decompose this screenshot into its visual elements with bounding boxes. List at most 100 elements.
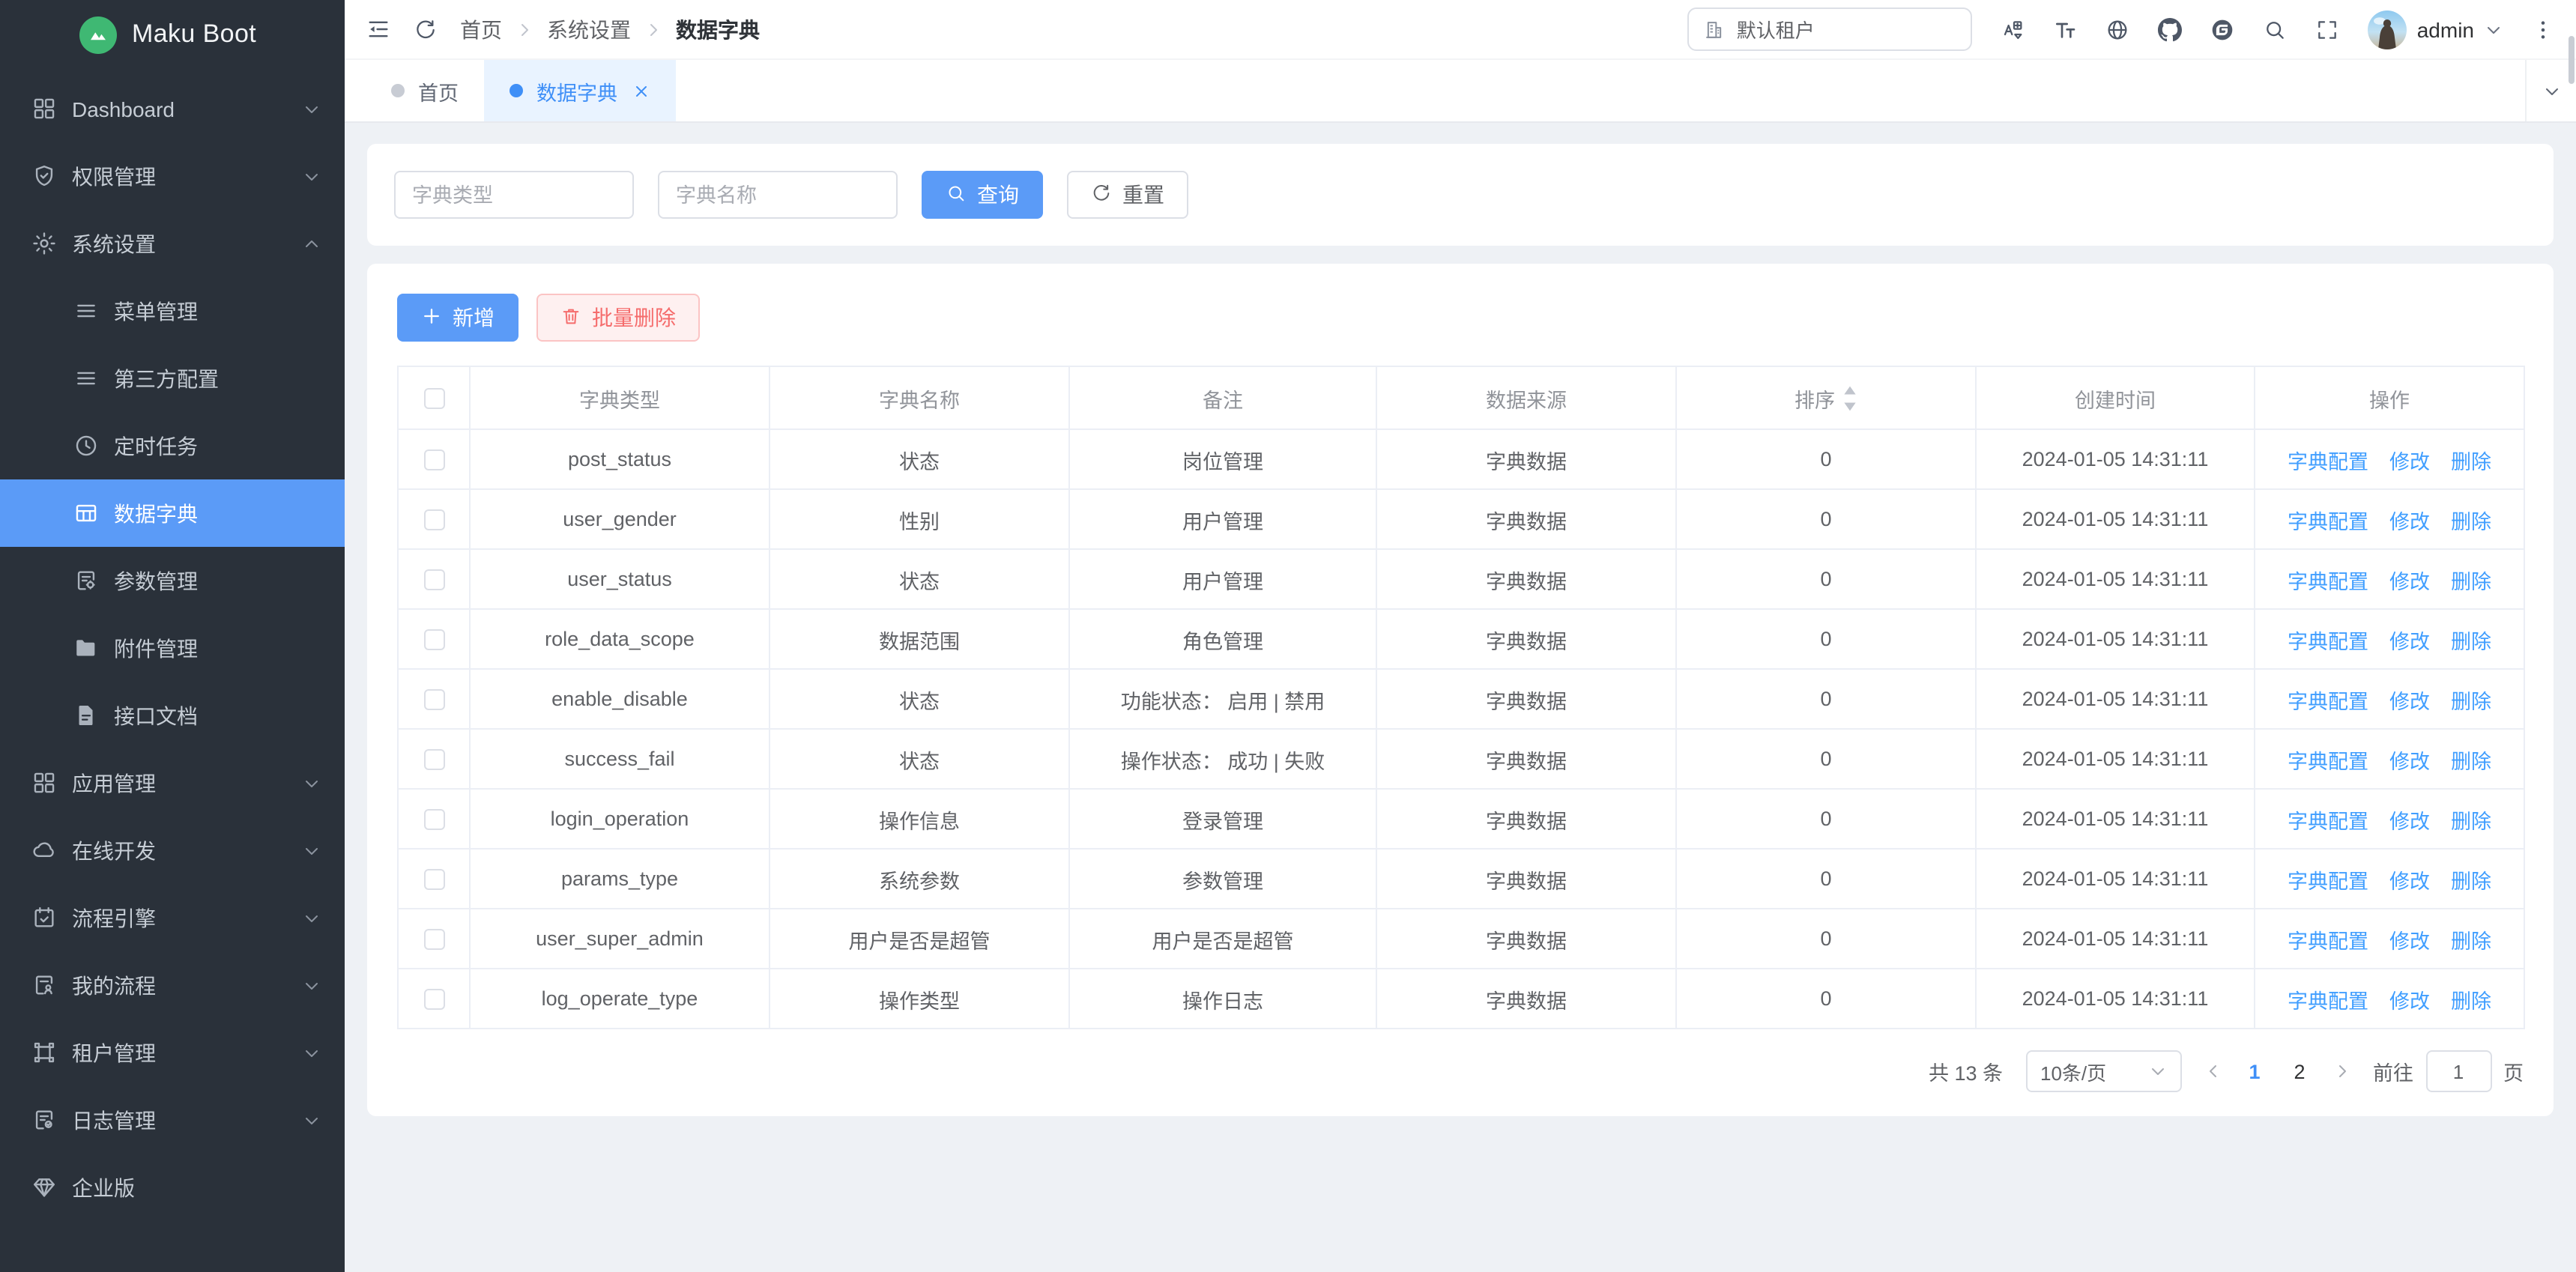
dict-config-link[interactable]: 字典配置 — [2288, 510, 2368, 533]
trash-icon — [560, 305, 581, 330]
mountain-logo-icon — [79, 16, 117, 53]
edit-link[interactable]: 修改 — [2389, 690, 2430, 712]
row-checkbox[interactable] — [423, 749, 444, 770]
edit-link[interactable]: 修改 — [2389, 510, 2430, 533]
tab-home[interactable]: 首页 — [366, 60, 484, 121]
sidebar-item[interactable]: 附件管理 — [0, 614, 345, 682]
edit-link[interactable]: 修改 — [2389, 990, 2430, 1012]
sidebar-item[interactable]: 应用管理 — [0, 749, 345, 817]
user-menu[interactable]: admin — [2368, 10, 2503, 49]
sidebar-item[interactable]: 数据字典 — [0, 479, 345, 547]
dict-config-link[interactable]: 字典配置 — [2288, 630, 2368, 652]
sidebar-item[interactable]: 第三方配置 — [0, 345, 345, 412]
query-button[interactable]: 查询 — [922, 171, 1043, 219]
delete-link[interactable]: 删除 — [2451, 990, 2491, 1012]
page-number-2[interactable]: 2 — [2291, 1060, 2309, 1082]
row-checkbox[interactable] — [423, 629, 444, 650]
dict-config-link[interactable]: 字典配置 — [2288, 990, 2368, 1012]
cell-type: post_status — [470, 429, 770, 489]
row-checkbox[interactable] — [423, 869, 444, 890]
goto-page-input[interactable] — [2425, 1050, 2491, 1092]
sidebar-item[interactable]: 参数管理 — [0, 547, 345, 614]
row-checkbox[interactable] — [423, 809, 444, 830]
sidebar-item[interactable]: 在线开发 — [0, 817, 345, 884]
sidebar-item[interactable]: 我的流程 — [0, 951, 345, 1019]
sidebar-item[interactable]: 流程引擎 — [0, 884, 345, 951]
globe-icon[interactable] — [2105, 17, 2129, 41]
fullscreen-icon[interactable] — [2315, 17, 2339, 41]
gitee-icon[interactable] — [2210, 17, 2234, 41]
dict-config-link[interactable]: 字典配置 — [2288, 870, 2368, 892]
refresh-icon[interactable] — [414, 17, 438, 41]
close-icon[interactable] — [632, 82, 650, 100]
dict-name-input[interactable] — [658, 171, 898, 219]
document-icon — [73, 703, 99, 728]
delete-link[interactable]: 删除 — [2451, 630, 2491, 652]
sidebar-fold-icon[interactable] — [366, 16, 391, 42]
batch-delete-button[interactable]: 批量删除 — [536, 294, 700, 342]
edit-link[interactable]: 修改 — [2389, 630, 2430, 652]
translate-icon[interactable] — [2001, 17, 2025, 41]
edit-link[interactable]: 修改 — [2389, 870, 2430, 892]
sidebar-item[interactable]: 系统设置 — [0, 210, 345, 277]
cell-source: 字典数据 — [1376, 729, 1676, 789]
sidebar-item[interactable]: 权限管理 — [0, 142, 345, 210]
delete-link[interactable]: 删除 — [2451, 570, 2491, 593]
column-header[interactable]: 排序 — [1676, 366, 1976, 429]
kebab-menu-icon[interactable] — [2531, 17, 2555, 41]
sort-caret-icon[interactable] — [1841, 383, 1857, 413]
row-checkbox[interactable] — [423, 509, 444, 530]
delete-link[interactable]: 删除 — [2451, 810, 2491, 832]
row-checkbox[interactable] — [423, 569, 444, 590]
dict-config-link[interactable]: 字典配置 — [2288, 570, 2368, 593]
building-icon — [1704, 19, 1725, 40]
sidebar-item[interactable]: 菜单管理 — [0, 277, 345, 345]
add-button[interactable]: 新增 — [397, 294, 518, 342]
dict-config-link[interactable]: 字典配置 — [2288, 750, 2368, 772]
sidebar-item[interactable]: 日志管理 — [0, 1086, 345, 1154]
reset-button[interactable]: 重置 — [1067, 171, 1188, 219]
page-number-1[interactable]: 1 — [2246, 1060, 2264, 1082]
row-actions: 字典配置修改删除 — [2255, 609, 2524, 669]
font-size-icon[interactable] — [2053, 17, 2077, 41]
batch-delete-button-label: 批量删除 — [592, 303, 676, 333]
breadcrumb-home[interactable]: 首页 — [460, 14, 502, 44]
dict-type-input[interactable] — [394, 171, 634, 219]
row-checkbox[interactable] — [423, 689, 444, 710]
dict-config-link[interactable]: 字典配置 — [2288, 810, 2368, 832]
delete-link[interactable]: 删除 — [2451, 510, 2491, 533]
row-checkbox[interactable] — [423, 989, 444, 1010]
breadcrumb-system-settings[interactable]: 系统设置 — [547, 14, 631, 44]
row-checkbox[interactable] — [423, 929, 444, 950]
row-select-cell — [398, 789, 470, 849]
delete-link[interactable]: 删除 — [2451, 690, 2491, 712]
edit-link[interactable]: 修改 — [2389, 570, 2430, 593]
avatar[interactable] — [2368, 10, 2407, 49]
delete-link[interactable]: 删除 — [2451, 930, 2491, 952]
row-checkbox[interactable] — [423, 449, 444, 470]
next-page-icon[interactable] — [2332, 1062, 2350, 1080]
tab-data-dictionary[interactable]: 数据字典 — [484, 60, 676, 121]
edit-link[interactable]: 修改 — [2389, 450, 2430, 473]
edit-link[interactable]: 修改 — [2389, 810, 2430, 832]
delete-link[interactable]: 删除 — [2451, 450, 2491, 473]
edit-link[interactable]: 修改 — [2389, 750, 2430, 772]
dict-config-link[interactable]: 字典配置 — [2288, 690, 2368, 712]
page-size-select[interactable]: 10条/页 — [2025, 1050, 2181, 1092]
github-icon[interactable] — [2158, 17, 2182, 41]
sidebar-item[interactable]: 定时任务 — [0, 412, 345, 479]
edit-link[interactable]: 修改 — [2389, 930, 2430, 952]
sidebar-item[interactable]: Dashboard — [0, 75, 345, 142]
search-icon[interactable] — [2263, 17, 2287, 41]
sidebar-item[interactable]: 接口文档 — [0, 682, 345, 749]
dict-config-link[interactable]: 字典配置 — [2288, 450, 2368, 473]
tenant-select[interactable]: 默认租户 — [1687, 7, 1972, 51]
delete-link[interactable]: 删除 — [2451, 870, 2491, 892]
select-all-checkbox[interactable] — [423, 388, 444, 409]
dict-config-link[interactable]: 字典配置 — [2288, 930, 2368, 952]
sidebar-item[interactable]: 租户管理 — [0, 1019, 345, 1086]
page-scrollbar[interactable] — [2569, 36, 2575, 84]
delete-link[interactable]: 删除 — [2451, 750, 2491, 772]
sidebar-item[interactable]: 企业版 — [0, 1154, 345, 1221]
prev-page-icon[interactable] — [2204, 1062, 2222, 1080]
